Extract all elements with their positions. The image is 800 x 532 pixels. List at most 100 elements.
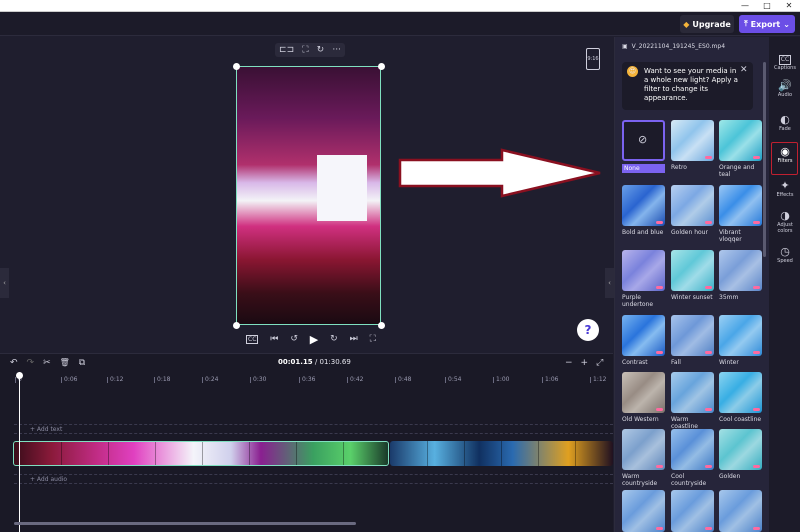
captions-toggle-icon[interactable]: CC [246, 334, 259, 344]
rail-item-captions[interactable]: CC Captions [770, 46, 800, 71]
tip-text: Want to see your media in a whole new li… [644, 67, 738, 102]
speed-icon: ◷ [780, 245, 790, 258]
timeline-toolbar: ↶ ↷ ✂ 🗑 ⧉ [10, 358, 85, 370]
filter-thumbnail[interactable] [719, 372, 762, 413]
filter-label: None [622, 164, 665, 173]
collapse-left-handle[interactable]: ‹ [0, 268, 9, 298]
help-button[interactable]: ? [577, 319, 599, 341]
resize-handle-br[interactable] [378, 322, 385, 329]
zoom-out-icon[interactable]: − [565, 358, 573, 368]
filter-thumbnail[interactable] [671, 315, 714, 356]
filter-thumbnail[interactable] [671, 120, 714, 161]
video-preview[interactable] [236, 66, 381, 325]
filter-thumbnail[interactable] [719, 315, 762, 356]
timeline-ruler[interactable]: 0 0:06 0:12 0:18 0:24 0:30 0:36 0:42 0:4… [14, 372, 613, 384]
upgrade-button[interactable]: ◆ Upgrade [680, 15, 734, 33]
heart-eyes-icon: 😍 [627, 66, 638, 77]
redo-icon[interactable]: ↷ [27, 358, 35, 370]
resize-handle-bl[interactable] [233, 322, 240, 329]
fit-timeline-icon[interactable]: ⤢ [596, 358, 603, 368]
audio-icon: 🔊 [778, 79, 792, 92]
filter-label: Cool countryside [671, 473, 707, 487]
filter-label: Retro [671, 164, 687, 171]
filter-label: Bold and blue [622, 229, 664, 236]
filter-label: Orange and teal [719, 164, 755, 178]
filter-thumbnail[interactable] [719, 429, 762, 470]
filter-label: Old Western [622, 416, 659, 423]
rail-item-audio[interactable]: 🔊 Audio [770, 79, 800, 99]
play-icon[interactable]: ▶ [310, 333, 318, 346]
ruler-tick: 0:24 [201, 376, 219, 383]
window-titlebar: — □ ✕ [0, 0, 800, 12]
duplicate-icon[interactable]: ⧉ [79, 358, 85, 370]
filter-thumbnail[interactable] [622, 490, 665, 532]
filter-label: Winter [719, 359, 739, 366]
properties-rail [769, 37, 800, 532]
filter-thumbnail[interactable] [671, 490, 714, 532]
timeline-scrollbar[interactable] [14, 522, 356, 525]
aspect-ratio-button[interactable]: 9:16 [586, 48, 600, 70]
filter-thumbnail[interactable] [622, 315, 665, 356]
ruler-tick: 0:18 [153, 376, 171, 383]
ruler-tick: 0:42 [346, 376, 364, 383]
filter-thumbnail[interactable] [719, 250, 762, 291]
add-audio-track[interactable]: + Add audio [14, 474, 613, 484]
filter-thumbnail[interactable]: ⊘ [622, 120, 665, 161]
chevron-down-icon: ⌄ [783, 19, 790, 29]
panel-scrollbar[interactable] [763, 62, 766, 257]
filter-thumbnail[interactable] [671, 372, 714, 413]
maximize-button[interactable]: □ [756, 0, 778, 11]
delete-icon[interactable]: 🗑 [60, 358, 70, 370]
undo-icon[interactable]: ↶ [10, 358, 18, 370]
fit-icon[interactable]: ⛶ [302, 45, 308, 55]
ruler-tick: 0:06 [60, 376, 78, 383]
split-icon[interactable]: ✂ [43, 358, 51, 370]
playback-controls: CC ⏮ ↺ ▶ ↻ ⏭ ⛶ [246, 333, 376, 346]
add-text-track[interactable]: + Add text [14, 424, 613, 434]
resize-handle-tr[interactable] [378, 63, 385, 70]
video-clip-selected[interactable] [13, 441, 389, 466]
filter-thumbnail[interactable] [719, 120, 762, 161]
zoom-in-icon[interactable]: + [581, 358, 589, 368]
collapse-right-handle[interactable]: ‹ [605, 268, 614, 298]
filter-thumbnail[interactable] [671, 185, 714, 226]
resize-handle-tl[interactable] [233, 63, 240, 70]
playhead-handle[interactable] [16, 372, 23, 379]
fullscreen-icon[interactable]: ⛶ [370, 334, 376, 344]
ruler-tick: 0:54 [444, 376, 462, 383]
rotate-icon[interactable]: ↻ [317, 45, 325, 55]
adjust-colors-icon: ◑ [780, 209, 790, 222]
ruler-tick: 0:48 [394, 376, 412, 383]
skip-forward-icon[interactable]: ⏭ [350, 334, 358, 344]
upload-icon: ⤒ [744, 19, 748, 28]
filter-thumbnail[interactable] [719, 185, 762, 226]
filter-label: Fall [671, 359, 681, 366]
filter-thumbnail[interactable] [622, 185, 665, 226]
filter-thumbnail[interactable] [671, 250, 714, 291]
filter-thumbnail[interactable] [622, 372, 665, 413]
close-window-button[interactable]: ✕ [778, 0, 800, 11]
skip-back-icon[interactable]: ⏮ [270, 334, 278, 344]
close-tip-icon[interactable]: ✕ [740, 65, 748, 75]
filter-thumbnail[interactable] [671, 429, 714, 470]
video-clip[interactable] [390, 441, 613, 466]
filter-thumbnail[interactable] [622, 250, 665, 291]
captions-icon: CC [778, 55, 792, 65]
ruler-tick: 0:12 [106, 376, 124, 383]
playhead[interactable] [19, 372, 20, 532]
rewind-5-icon[interactable]: ↺ [290, 334, 298, 344]
filter-thumbnail[interactable] [622, 429, 665, 470]
media-file-name: ▣ V_20221104_191245_ES0.mp4 [622, 43, 726, 50]
ruler-tick: 1:06 [541, 376, 559, 383]
rail-item-adjust-colors[interactable]: ◑ Adjust colors [770, 209, 800, 235]
minimize-button[interactable]: — [734, 0, 756, 11]
more-icon[interactable]: ··· [332, 45, 341, 55]
rail-item-effects[interactable]: ✦ Effects [770, 180, 800, 199]
floating-toolbar: ⊏⊐ ⛶ ↻ ··· [275, 43, 345, 57]
filter-thumbnail[interactable] [719, 490, 762, 532]
crop-icon[interactable]: ⊏⊐ [279, 45, 294, 55]
forward-5-icon[interactable]: ↻ [330, 334, 338, 344]
rail-item-fade[interactable]: ◐ Fade [770, 114, 800, 133]
export-button[interactable]: ⤒ Export ⌄ [739, 15, 795, 33]
rail-item-speed[interactable]: ◷ Speed [770, 245, 800, 265]
